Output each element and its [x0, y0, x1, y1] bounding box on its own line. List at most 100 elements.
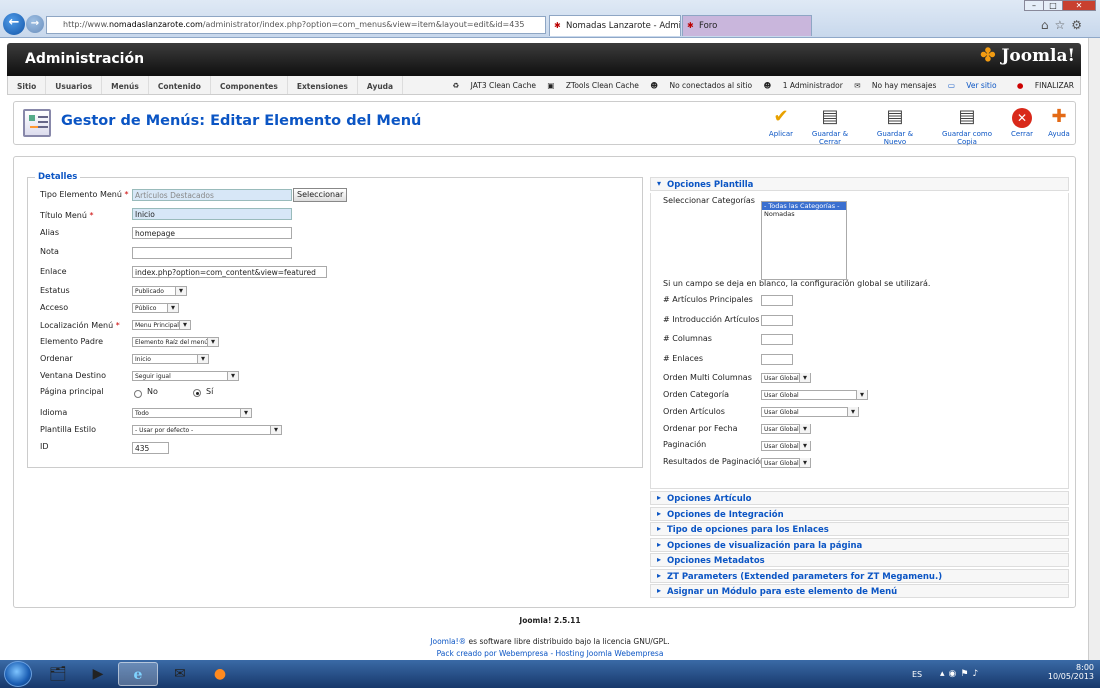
- menu-menus[interactable]: Menús: [102, 76, 149, 94]
- forward-button[interactable]: →: [26, 15, 44, 33]
- access-select[interactable]: Público: [132, 303, 179, 313]
- maximize-icon[interactable]: □: [1043, 0, 1063, 11]
- multi-col-select[interactable]: Usar Global: [761, 373, 811, 383]
- tray-arrow-icon[interactable]: ▴: [940, 669, 949, 679]
- category-option-nomadas[interactable]: Nomadas: [762, 210, 846, 218]
- url-prefix: http://www.: [63, 20, 109, 29]
- location-select[interactable]: Menu Principal: [132, 320, 191, 330]
- clock[interactable]: 8:00 10/05/2013: [1048, 663, 1094, 681]
- home-no-radio[interactable]: [134, 390, 142, 398]
- date-order-select[interactable]: Usar Global: [761, 424, 811, 434]
- admin-title: Administración: [25, 51, 145, 67]
- save-close-button[interactable]: ▤ Guardar & Cerrar: [800, 106, 860, 146]
- target-select[interactable]: Seguir igual: [132, 371, 239, 381]
- home-yes-radio[interactable]: [193, 389, 201, 397]
- page-scrollbar[interactable]: [1088, 38, 1100, 660]
- save-copy-button[interactable]: ▤ Guardar como Copia: [932, 106, 1002, 146]
- jat3-clean-cache-link[interactable]: ♻ JAT3 Clean Cache: [453, 81, 536, 90]
- minimize-icon[interactable]: –: [1024, 0, 1044, 11]
- menu-ayuda[interactable]: Ayuda: [358, 76, 404, 94]
- pack-line: Pack creado por Webempresa - Hosting Joo…: [0, 649, 1100, 658]
- accordion-template-options[interactable]: Opciones Plantilla: [650, 177, 1069, 191]
- title-input[interactable]: Inicio: [132, 208, 292, 220]
- messages-status[interactable]: ✉ No hay mensajes: [854, 81, 936, 90]
- accordion-metadata-options[interactable]: Opciones Metadatos: [650, 553, 1069, 567]
- explorer-task-icon[interactable]: 🗂: [38, 662, 78, 686]
- joomla-link[interactable]: Joomla!®: [430, 637, 466, 646]
- menu-usuarios[interactable]: Usuarios: [46, 76, 103, 94]
- close-label: Cerrar: [1011, 130, 1033, 138]
- joomla-logo: ✤ Joomla!: [980, 45, 1075, 66]
- favorites-star-icon[interactable]: ☆: [1054, 18, 1071, 32]
- toolbar-box: Gestor de Menús: Editar Elemento del Men…: [13, 101, 1076, 146]
- access-label: Acceso: [40, 303, 69, 312]
- back-button[interactable]: ←: [3, 13, 25, 35]
- accordion-zt-parameters[interactable]: ZT Parameters (Extended parameters for Z…: [650, 568, 1069, 583]
- language-indicator[interactable]: ES: [912, 670, 922, 679]
- leading-input[interactable]: [761, 295, 793, 306]
- apply-label: Aplicar: [768, 130, 794, 138]
- firefox-task-icon[interactable]: ●: [200, 662, 240, 686]
- categories-listbox[interactable]: - Todas las Categorías - Nomadas: [761, 201, 847, 280]
- apply-button[interactable]: ✔ Aplicar: [761, 106, 801, 138]
- browser-icons: ⌂☆⚙: [1041, 18, 1088, 32]
- categories-label: Seleccionar Categorías: [663, 196, 755, 205]
- accordion-integration-options[interactable]: Opciones de Integración: [650, 506, 1069, 521]
- close-window-icon[interactable]: ✕: [1062, 0, 1096, 11]
- tray-flag-icon[interactable]: ⚑: [960, 669, 972, 679]
- parent-select[interactable]: Elemento Raíz del menú: [132, 337, 219, 347]
- page-footer: Joomla! 2.5.11 Joomla!® es software libr…: [0, 616, 1100, 658]
- home-icon[interactable]: ⌂: [1041, 18, 1055, 32]
- save-new-button[interactable]: ▤ Guardar & Nuevo: [865, 106, 925, 146]
- license-text: es software libre distribuido bajo la li…: [466, 637, 670, 646]
- admin-menubar: Sitio Usuarios Menús Contenido Componentes Ex…: [7, 76, 1081, 95]
- help-button[interactable]: ✚ Ayuda: [1044, 106, 1074, 138]
- close-button[interactable]: ✕ Cerrar: [1006, 106, 1038, 138]
- template-options-header[interactable]: Opciones Plantilla: [650, 177, 1069, 193]
- cat-order-select[interactable]: Usar Global: [761, 390, 868, 400]
- media-player-task-icon[interactable]: ▶: [78, 662, 118, 686]
- webempresa-link[interactable]: Pack creado por Webempresa - Hosting Joo…: [437, 649, 664, 658]
- internet-explorer-task-icon[interactable]: e: [118, 662, 158, 686]
- logout-link[interactable]: ● FINALIZAR: [1008, 81, 1074, 90]
- pagination-select[interactable]: Usar Global: [761, 441, 811, 451]
- select-type-button[interactable]: Seleccionar: [293, 188, 348, 202]
- note-input[interactable]: [132, 247, 292, 259]
- accordion-link-type-options[interactable]: Tipo de opciones para los Enlaces: [650, 522, 1069, 536]
- art-order-select[interactable]: Usar Global: [761, 407, 859, 417]
- language-select[interactable]: Todo: [132, 408, 252, 418]
- browser-tab-active[interactable]: ✱ Nomadas Lanzarote - Admi...: [549, 15, 681, 36]
- pag-results-select[interactable]: Usar Global: [761, 458, 811, 468]
- start-button[interactable]: [4, 661, 32, 687]
- links-input[interactable]: [761, 354, 793, 365]
- ztools-clean-cache-link[interactable]: ▣ ZTools Clean Cache: [547, 81, 638, 90]
- style-select[interactable]: - Usar por defecto -: [132, 425, 282, 435]
- close-icon: ✕: [1006, 106, 1038, 128]
- accordion-article-options[interactable]: Opciones Artículo: [650, 491, 1069, 505]
- tray-volume-icon[interactable]: ♪: [972, 669, 982, 679]
- save-new-icon: ▤: [886, 106, 904, 127]
- settings-gear-icon[interactable]: ⚙: [1071, 18, 1088, 32]
- category-option-all[interactable]: - Todas las Categorías -: [762, 202, 846, 210]
- columns-input[interactable]: [761, 334, 793, 345]
- tray-network-icon[interactable]: ◉: [949, 669, 961, 679]
- address-bar[interactable]: http://www.nomadaslanzarote.com/administ…: [46, 16, 546, 34]
- menu-contenido[interactable]: Contenido: [149, 76, 211, 94]
- menu-componentes[interactable]: Componentes: [211, 76, 288, 94]
- intro-input[interactable]: [761, 315, 793, 326]
- alias-input[interactable]: homepage: [132, 227, 292, 239]
- order-select[interactable]: Inicio: [132, 354, 209, 364]
- menu-sitio[interactable]: Sitio: [8, 76, 47, 94]
- date-order-label: Ordenar por Fecha: [663, 424, 738, 433]
- accordion-page-display-options[interactable]: Opciones de visualización para la página: [650, 537, 1069, 552]
- mail-task-icon[interactable]: ✉: [160, 662, 200, 686]
- menu-extensiones[interactable]: Extensiones: [288, 76, 358, 94]
- browser-tab-foro[interactable]: ✱ Foro: [682, 15, 812, 36]
- jat3-label: JAT3 Clean Cache: [470, 81, 536, 90]
- view-site-link[interactable]: ▭ Ver sitio: [948, 81, 997, 90]
- tab-label: Nomadas Lanzarote - Admi...: [566, 21, 681, 31]
- windows-taskbar: 🗂 ▶ e ✉ ● ES ▴◉⚑♪ 8:00 10/05/2013: [0, 660, 1100, 688]
- status-select[interactable]: Publicado: [132, 286, 187, 296]
- accordion-module-assignment[interactable]: Asignar un Módulo para este elemento de …: [650, 584, 1069, 598]
- template-options-panel: Seleccionar Categorías - Todas las Categ…: [650, 193, 1069, 489]
